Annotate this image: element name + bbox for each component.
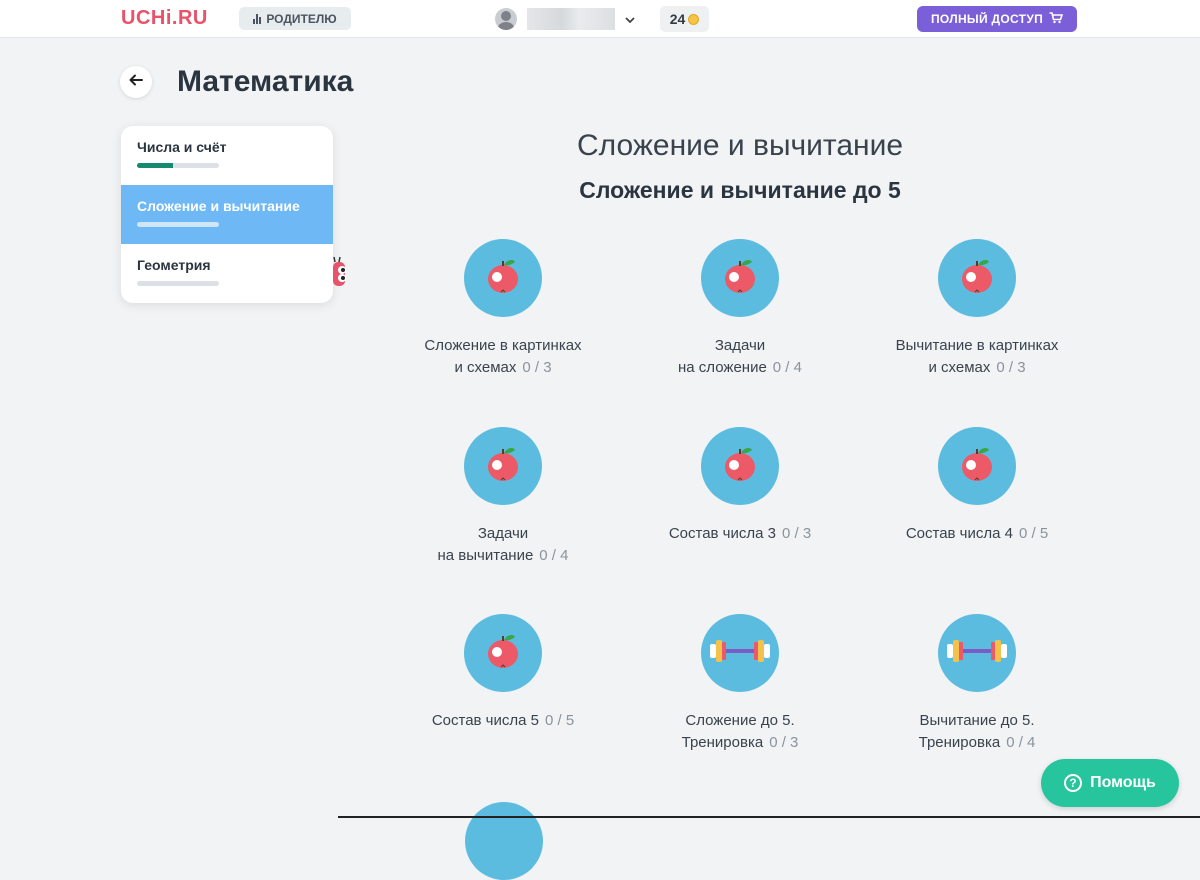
- sidebar-item-addition-subtraction[interactable]: Сложение и вычитание: [121, 185, 333, 244]
- topic-title-line2: и схемах: [454, 359, 517, 376]
- full-access-button[interactable]: ПОЛНЫЙ ДОСТУП: [917, 6, 1077, 32]
- sidebar-progress-bar: [137, 222, 219, 227]
- topic-icon[interactable]: [938, 427, 1016, 505]
- topic-card[interactable]: Состав числа 5 0 / 5: [403, 614, 603, 732]
- avatar: [495, 8, 517, 30]
- username-redacted: [527, 8, 615, 30]
- coin-icon: [688, 13, 700, 25]
- topic-icon-partial[interactable]: [465, 802, 543, 880]
- coins-value: 24: [669, 11, 686, 27]
- topic-score: 0 / 4: [772, 359, 802, 376]
- question-icon: ?: [1064, 774, 1083, 792]
- topic-label[interactable]: Вычитание в картинках и схемах 0 / 3: [877, 335, 1077, 379]
- sidebar-item-geometry[interactable]: Геометрия: [121, 244, 333, 303]
- topic-title-line2: на сложение: [678, 359, 767, 376]
- topic-label[interactable]: Состав числа 4 0 / 5: [877, 523, 1077, 545]
- apple-icon: [483, 256, 523, 301]
- sidebar-item-label: Геометрия: [137, 257, 211, 273]
- topic-icon[interactable]: [464, 614, 542, 692]
- topic-label[interactable]: Сложение в картинках и схемах 0 / 3: [403, 335, 603, 379]
- apple-icon: [720, 444, 760, 489]
- topic-icon[interactable]: [938, 239, 1016, 317]
- top-bar: UCHi.RU РОДИТЕЛЮ 24 ПОЛНЫЙ ДОСТУП: [0, 0, 1200, 38]
- topic-score: 0 / 3: [522, 359, 552, 376]
- chevron-down-icon: [625, 12, 635, 27]
- mascot-icon: [330, 256, 350, 290]
- topic-label[interactable]: Состав числа 5 0 / 5: [403, 710, 603, 732]
- topic-icon[interactable]: [938, 614, 1016, 692]
- topic-title-line2: Тренировка: [681, 734, 764, 751]
- topic-score: 0 / 3: [769, 734, 799, 751]
- topic-score: 0 / 4: [539, 547, 569, 564]
- topic-card[interactable]: Задачи на сложение 0 / 4: [640, 239, 840, 379]
- topic-card[interactable]: Сложение до 5. Тренировка 0 / 3: [640, 614, 840, 754]
- parent-label: РОДИТЕЛЮ: [266, 11, 337, 26]
- uchi-logo[interactable]: UCHi.RU: [121, 7, 208, 29]
- sidebar-progress-fill: [137, 163, 174, 168]
- topic-title-line1: Вычитание до 5.: [919, 712, 1035, 729]
- topic-title-line2: Состав числа 3: [668, 525, 776, 542]
- topic-title-line1: Вычитание в картинках: [895, 337, 1059, 354]
- topic-card[interactable]: Вычитание до 5. Тренировка 0 / 4: [877, 614, 1077, 754]
- topic-card[interactable]: Состав числа 4 0 / 5: [877, 427, 1077, 545]
- apple-icon: [957, 256, 997, 301]
- apple-icon: [483, 444, 523, 489]
- user-menu[interactable]: [495, 7, 635, 31]
- help-label: Помощь: [1090, 774, 1156, 791]
- topic-title-line2: на вычитание: [437, 547, 534, 564]
- sidebar-item-numbers[interactable]: Числа и счёт: [121, 126, 333, 185]
- topic-label[interactable]: Задачи на сложение 0 / 4: [640, 335, 840, 379]
- topic-card[interactable]: Сложение в картинках и схемах 0 / 3: [403, 239, 603, 379]
- topic-title-line2: Состав числа 4: [905, 525, 1013, 542]
- apple-icon: [957, 444, 997, 489]
- section-title: Сложение и вычитание: [576, 129, 904, 162]
- topic-icon[interactable]: [701, 239, 779, 317]
- topic-label[interactable]: Задачи на вычитание 0 / 4: [403, 523, 603, 567]
- topic-score: 0 / 5: [1018, 525, 1049, 542]
- sidebar-progress-bar: [137, 163, 219, 168]
- topic-title-line1: Задачи: [714, 337, 766, 354]
- topic-card[interactable]: Вычитание в картинках и схемах 0 / 3: [877, 239, 1077, 379]
- topic-score: 0 / 4: [1006, 734, 1036, 751]
- topic-score: 0 / 3: [781, 525, 812, 542]
- topic-label[interactable]: Состав числа 3 0 / 3: [640, 523, 840, 545]
- sidebar-item-label: Сложение и вычитание: [137, 198, 300, 214]
- topic-icon[interactable]: [701, 614, 779, 692]
- topic-icon[interactable]: [464, 427, 542, 505]
- arrow-left-icon: [129, 73, 143, 91]
- topic-title-line1: Сложение до 5.: [685, 712, 795, 729]
- topic-label[interactable]: Вычитание до 5. Тренировка 0 / 4: [877, 710, 1077, 754]
- topic-title-line2: Состав числа 5: [431, 712, 539, 729]
- topic-card[interactable]: Задачи на вычитание 0 / 4: [403, 427, 603, 567]
- coins-counter[interactable]: 24: [660, 6, 709, 32]
- cart-icon: [1049, 11, 1064, 27]
- apple-icon: [483, 631, 523, 676]
- section-subtitle: Сложение и вычитание до 5: [579, 177, 901, 203]
- topic-title-line1: Сложение в картинках: [424, 337, 582, 354]
- back-button[interactable]: [120, 66, 152, 98]
- topic-card[interactable]: Состав числа 3 0 / 3: [640, 427, 840, 545]
- dumbbell-icon: [944, 636, 1010, 671]
- apple-icon: [720, 256, 760, 301]
- help-button[interactable]: ? Помощь: [1041, 759, 1179, 807]
- full-access-label: ПОЛНЫЙ ДОСТУП: [930, 12, 1044, 26]
- topic-title-line1: Задачи: [477, 525, 529, 542]
- bar-chart-icon: [253, 13, 262, 24]
- subject-sidebar: Числа и счёт Сложение и вычитание Геомет…: [121, 126, 333, 303]
- topic-title-line2: и схемах: [928, 359, 991, 376]
- topic-icon[interactable]: [701, 427, 779, 505]
- topic-score: 0 / 3: [996, 359, 1026, 376]
- dumbbell-icon: [707, 636, 773, 671]
- sidebar-item-label: Числа и счёт: [137, 139, 227, 155]
- topic-label[interactable]: Сложение до 5. Тренировка 0 / 3: [640, 710, 840, 754]
- parent-button[interactable]: РОДИТЕЛЮ: [239, 7, 351, 30]
- topic-score: 0 / 5: [544, 712, 575, 729]
- page-title: Математика: [177, 65, 354, 98]
- topic-icon[interactable]: [464, 239, 542, 317]
- sidebar-progress-bar: [137, 281, 219, 286]
- topic-title-line2: Тренировка: [918, 734, 1001, 751]
